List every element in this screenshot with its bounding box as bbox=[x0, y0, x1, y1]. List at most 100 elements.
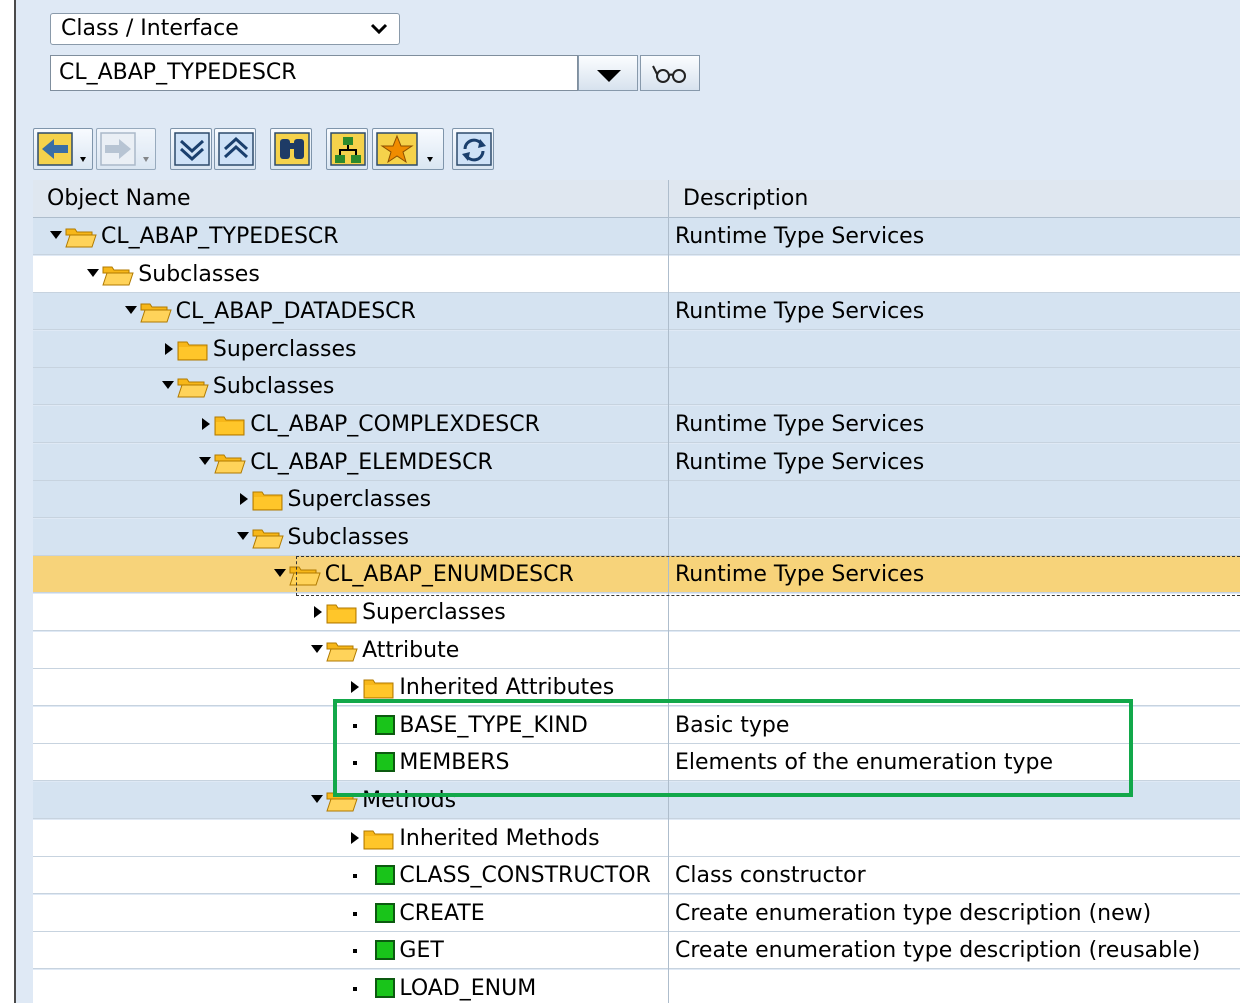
collapsed-arrow-icon[interactable] bbox=[164, 342, 173, 355]
column-header-row: Object Name Description bbox=[33, 180, 1240, 218]
attribute-method-icon bbox=[375, 978, 396, 998]
tree-row[interactable]: CREATE Create enumeration type descriptio… bbox=[33, 894, 1240, 932]
expand-all-button[interactable] bbox=[170, 128, 212, 170]
expanded-arrow-icon[interactable] bbox=[273, 569, 286, 578]
collapsed-arrow-icon[interactable] bbox=[351, 681, 360, 694]
hierarchy-icon bbox=[330, 132, 366, 166]
object-type-dropdown[interactable]: Class / Interface bbox=[50, 13, 400, 45]
node-name: GET bbox=[399, 938, 444, 964]
expanded-arrow-icon[interactable] bbox=[199, 456, 212, 465]
forward-icon bbox=[100, 132, 149, 166]
bullet-icon bbox=[353, 949, 358, 954]
node-description: Create enumeration type description (reu… bbox=[675, 938, 1201, 964]
attribute-method-icon bbox=[375, 940, 396, 961]
attribute-method-icon bbox=[375, 902, 396, 923]
tree-row[interactable]: Superclasses bbox=[33, 594, 1240, 631]
forward-button[interactable] bbox=[96, 128, 156, 170]
bullet-icon bbox=[353, 874, 358, 879]
node-description: Create enumeration type description (new… bbox=[675, 900, 1152, 926]
open-folder-icon bbox=[326, 640, 358, 662]
tree-row[interactable]: GET Create enumeration type description (… bbox=[33, 932, 1240, 970]
find-icon bbox=[274, 132, 310, 166]
tree-row[interactable]: CLASS_CONSTRUCTOR Class constructor bbox=[33, 857, 1240, 895]
attribute-method-icon bbox=[375, 865, 396, 886]
tree-row[interactable]: CL_ABAP_DATADESCR Runtime Type Services bbox=[33, 293, 1240, 331]
folder-icon bbox=[214, 414, 246, 436]
folder-icon bbox=[252, 489, 284, 511]
expand-all-icon bbox=[174, 132, 210, 166]
refresh-button[interactable] bbox=[452, 128, 494, 170]
node-name: LOAD_ENUM bbox=[399, 976, 537, 1001]
value-help-button[interactable] bbox=[578, 55, 638, 91]
dropdown-triangle-icon bbox=[597, 70, 621, 82]
favorites-button[interactable] bbox=[372, 128, 444, 170]
tree-row[interactable]: CL_ABAP_ELEMDESCR Runtime Type Services bbox=[33, 443, 1240, 481]
expanded-arrow-icon[interactable] bbox=[236, 531, 249, 540]
folder-icon bbox=[177, 339, 209, 361]
highlight-box bbox=[333, 699, 1133, 797]
node-name: CL_ABAP_COMPLEXDESCR bbox=[250, 412, 540, 437]
collapse-all-button[interactable] bbox=[214, 128, 256, 170]
expanded-arrow-icon[interactable] bbox=[311, 795, 324, 803]
node-name: CL_ABAP_ELEMDESCR bbox=[250, 449, 493, 475]
expanded-arrow-icon[interactable] bbox=[124, 306, 137, 315]
tree-row[interactable]: Subclasses bbox=[33, 368, 1240, 406]
object-name-value: CL_ABAP_TYPEDESCR bbox=[59, 60, 297, 85]
tree-row[interactable]: LOAD_ENUM bbox=[33, 970, 1240, 1003]
node-name: Attribute bbox=[362, 637, 460, 663]
tree-row[interactable]: CL_ABAP_COMPLEXDESCR Runtime Type Service… bbox=[33, 406, 1240, 443]
expanded-arrow-icon[interactable] bbox=[50, 231, 62, 239]
expanded-arrow-icon[interactable] bbox=[161, 381, 174, 390]
tree-row[interactable]: Inherited Methods bbox=[33, 819, 1240, 857]
node-name: Subclasses bbox=[287, 524, 409, 550]
expanded-arrow-icon[interactable] bbox=[87, 268, 100, 277]
node-description: Runtime Type Services bbox=[675, 299, 925, 325]
node-name: Inherited Methods bbox=[399, 825, 600, 851]
tree-row[interactable]: Superclasses bbox=[33, 481, 1240, 519]
display-button[interactable] bbox=[640, 55, 700, 91]
tree-row[interactable]: CL_ABAP_TYPEDESCR Runtime Type Services bbox=[33, 218, 1240, 255]
bullet-icon bbox=[353, 987, 358, 991]
collapsed-arrow-icon[interactable] bbox=[351, 831, 360, 844]
node-name: Subclasses bbox=[138, 261, 260, 287]
hierarchy-button[interactable] bbox=[326, 128, 368, 170]
open-folder-icon bbox=[214, 452, 246, 474]
bullet-icon bbox=[353, 911, 358, 916]
collapsed-arrow-icon[interactable] bbox=[314, 606, 323, 618]
open-folder-icon bbox=[102, 264, 134, 286]
node-name: Superclasses bbox=[362, 600, 506, 625]
node-description: Runtime Type Services bbox=[675, 412, 925, 437]
collapse-all-icon bbox=[218, 132, 254, 166]
object-type-value: Class / Interface bbox=[61, 16, 239, 41]
node-description: Runtime Type Services bbox=[675, 449, 925, 475]
collapsed-arrow-icon[interactable] bbox=[239, 493, 248, 506]
tree-row[interactable]: Superclasses bbox=[33, 330, 1240, 368]
object-name-input[interactable]: CL_ABAP_TYPEDESCR bbox=[50, 55, 578, 91]
node-name: CL_ABAP_TYPEDESCR bbox=[101, 224, 339, 249]
favorites-icon bbox=[376, 132, 433, 166]
open-folder-icon bbox=[139, 301, 172, 323]
tree-row[interactable]: Subclasses bbox=[33, 255, 1240, 293]
node-description: Class constructor bbox=[675, 863, 866, 889]
find-button[interactable] bbox=[270, 128, 312, 170]
folder-icon bbox=[326, 602, 358, 624]
node-name: Subclasses bbox=[212, 374, 335, 400]
refresh-icon bbox=[456, 132, 492, 166]
open-folder-icon bbox=[65, 226, 97, 248]
back-icon bbox=[37, 132, 86, 166]
focus-outline bbox=[296, 556, 1240, 596]
tree-row[interactable]: Attribute bbox=[33, 631, 1240, 669]
expanded-arrow-icon[interactable] bbox=[311, 644, 324, 653]
back-button[interactable] bbox=[33, 128, 93, 170]
tree-row[interactable]: Subclasses bbox=[33, 518, 1240, 556]
column-header-description[interactable]: Description bbox=[683, 180, 808, 217]
glasses-icon bbox=[652, 65, 686, 83]
node-name: CLASS_CONSTRUCTOR bbox=[399, 863, 651, 889]
column-header-object-name[interactable]: Object Name bbox=[47, 180, 191, 217]
collapsed-arrow-icon[interactable] bbox=[202, 418, 211, 430]
folder-icon bbox=[363, 677, 395, 699]
node-name: Superclasses bbox=[287, 487, 432, 513]
open-folder-icon bbox=[177, 376, 209, 398]
node-name: CL_ABAP_DATADESCR bbox=[175, 299, 416, 325]
node-name: Superclasses bbox=[212, 336, 357, 362]
